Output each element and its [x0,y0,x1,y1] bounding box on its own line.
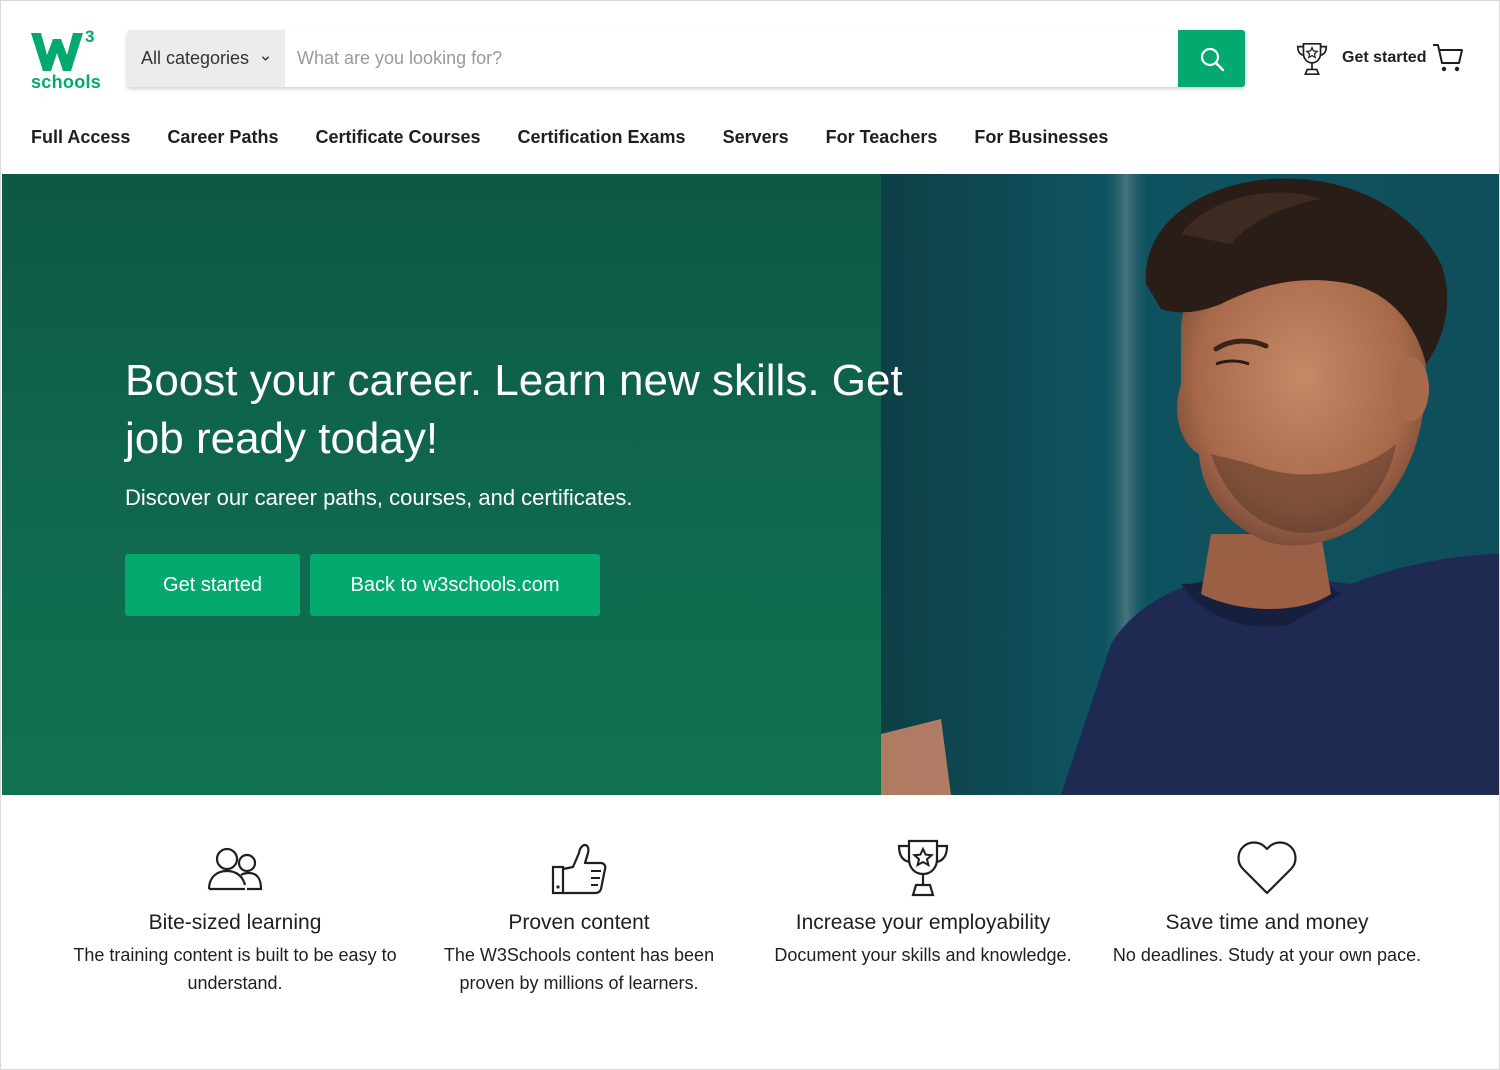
hero-subtitle: Discover our career paths, courses, and … [125,485,633,510]
feature-title: Increase your employability [795,911,1051,934]
people-icon [207,847,263,891]
feature-proven-content: Proven content The W3Schools content has… [414,837,744,997]
feature-description: Document your skills and knowledge. [774,945,1072,965]
hero-section: Boost your career. Learn new skills. Get… [2,174,1499,795]
nav-item-career-paths[interactable]: Career Paths [167,127,278,148]
main-nav: Full Access Career Paths Certificate Cou… [31,127,1108,148]
nav-item-for-teachers[interactable]: For Teachers [826,127,938,148]
search-input[interactable] [285,30,1178,87]
back-to-w3schools-button[interactable]: Back to w3schools.com [310,554,600,616]
cart-icon[interactable] [1431,41,1465,75]
logo-superscript: 3 [85,27,95,46]
category-dropdown[interactable]: All categories [127,30,285,87]
hero-title: Boost your career. Learn new skills. Get… [125,356,903,463]
feature-title: Bite-sized learning [148,911,322,934]
feature-save-time-money: Save time and money No deadlines. Study … [1102,837,1432,969]
trophy-icon[interactable] [1293,40,1331,78]
nav-item-certification-exams[interactable]: Certification Exams [518,127,686,148]
search-icon [1200,47,1224,71]
page-frame: 3 schools All categories Get started [0,0,1500,1070]
feature-bite-sized-learning: Bite-sized learning The training content… [70,837,400,997]
chevron-down-icon [261,56,270,61]
feature-description: The training content is built to be easy… [73,945,397,993]
feature-description: No deadlines. Study at your own pace. [1112,945,1422,965]
nav-item-for-businesses[interactable]: For Businesses [974,127,1108,148]
w3-logo-mark-icon [31,33,83,71]
nav-item-certificate-courses[interactable]: Certificate Courses [315,127,480,148]
trophy-icon [897,839,949,897]
nav-item-full-access[interactable]: Full Access [31,127,130,148]
hero-photo [881,174,1499,795]
feature-title: Save time and money [1165,911,1369,934]
logo-text: schools [31,72,102,92]
get-started-button[interactable]: Get started [125,554,300,616]
feature-title: Proven content [508,911,650,934]
search-button[interactable] [1178,30,1245,87]
get-started-link[interactable]: Get started [1342,49,1426,67]
category-dropdown-label: All categories [141,48,250,68]
w3schools-logo[interactable]: 3 schools [29,27,101,95]
search-bar: All categories [127,30,1245,87]
thumbs-up-icon [551,843,607,895]
hero-person-illustration [881,174,1499,795]
feature-increase-employability: Increase your employability Document you… [758,837,1088,969]
feature-description: The W3Schools content has been proven by… [443,945,715,993]
heart-icon [1237,841,1297,895]
nav-item-servers[interactable]: Servers [723,127,789,148]
